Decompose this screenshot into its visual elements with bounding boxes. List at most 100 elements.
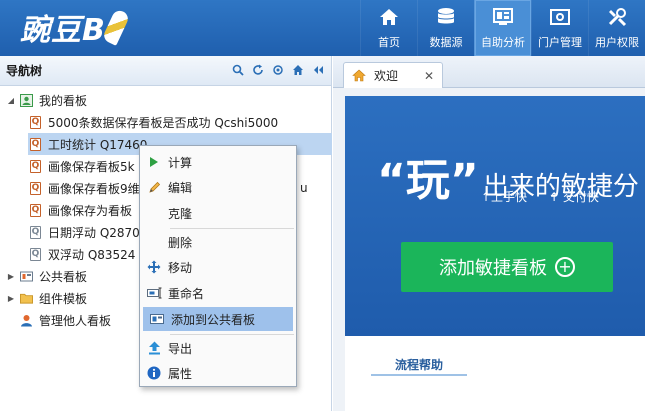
- menu-item-rename[interactable]: 重命名: [140, 281, 296, 305]
- tree-node-my-boards[interactable]: ◢ 我的看板: [6, 89, 87, 111]
- move-arrows-icon: [140, 260, 168, 274]
- menu-item-calc[interactable]: 计算: [140, 150, 296, 174]
- menu-item-properties[interactable]: 属性: [140, 361, 296, 385]
- tab-label: 欢迎: [374, 69, 399, 83]
- welcome-banner: “ 玩 ” 出来的敏捷分 ↑上手快 ↑ 交付快 添加敏捷看板 +: [345, 96, 645, 336]
- locate-icon[interactable]: [271, 63, 285, 77]
- board-q-icon: Q: [30, 225, 41, 239]
- headline-play: 玩: [405, 155, 450, 206]
- close-icon[interactable]: ✕: [424, 69, 434, 83]
- nav-home[interactable]: 首页: [360, 0, 417, 56]
- tree-item-label: 日期浮动 Q2870: [48, 225, 140, 240]
- logo-text: 豌豆B: [20, 13, 106, 48]
- feature-bullets: ↑上手快 ↑ 交付快: [481, 188, 599, 205]
- menu-label: 删除: [168, 235, 193, 250]
- refresh-icon[interactable]: [251, 63, 265, 77]
- tree-node-label: 管理他人看板: [39, 313, 112, 328]
- process-help-tab[interactable]: 流程帮助: [371, 354, 467, 376]
- home-icon[interactable]: [291, 63, 305, 77]
- nav-label: 自助分析: [481, 36, 525, 49]
- menu-label: 属性: [168, 366, 193, 381]
- dashboard-icon: [492, 6, 514, 28]
- menu-label: 添加到公共看板: [171, 312, 256, 327]
- portal-icon: [549, 6, 571, 28]
- tree-item-trailing-text: u: [300, 181, 308, 195]
- welcome-content: “ 玩 ” 出来的敏捷分 ↑上手快 ↑ 交付快 添加敏捷看板 + 流程帮助: [345, 96, 645, 411]
- menu-label: 克隆: [168, 206, 193, 221]
- board-q-icon: Q: [30, 247, 41, 261]
- add-board-icon: [143, 313, 171, 325]
- nav-label: 首页: [378, 36, 400, 49]
- expand-right-icon[interactable]: ▶: [6, 272, 16, 281]
- menu-separator: [170, 228, 294, 229]
- tree-item[interactable]: Q 画像保存看板5k: [30, 155, 135, 177]
- board-q-icon: Q: [30, 203, 41, 217]
- nav-user-permission[interactable]: 用户权限: [588, 0, 645, 56]
- tree-node-manage-others[interactable]: 管理他人看板: [20, 309, 111, 331]
- nav-portal[interactable]: 门户管理: [531, 0, 588, 56]
- menu-label: 导出: [168, 341, 193, 356]
- user-board-icon: [20, 93, 33, 107]
- main-nav: 首页 数据源 自助分析 门户管理 用户权限: [360, 0, 645, 56]
- help-tab-label: 流程帮助: [394, 357, 443, 372]
- tree-node-label: 公共看板: [39, 269, 88, 284]
- collapse-icon[interactable]: [311, 63, 325, 77]
- tree-item[interactable]: Q 5000条数据保存看板是否成功 Qcshi5000: [30, 111, 278, 133]
- panel-header: 导航树: [0, 56, 331, 86]
- top-bar: 豌豆B 首页 数据源 自助分析 门户管理 用户权限: [0, 0, 645, 56]
- nav-datasource[interactable]: 数据源: [417, 0, 474, 56]
- board-q-icon: Q: [30, 137, 41, 151]
- panel-tools: [231, 63, 325, 77]
- nav-label: 门户管理: [538, 36, 582, 49]
- menu-label: 计算: [168, 155, 193, 170]
- app-logo[interactable]: 豌豆B: [20, 4, 131, 50]
- board-q-icon: Q: [30, 159, 41, 173]
- pencil-icon: [140, 181, 168, 194]
- tree-item[interactable]: Q 日期浮动 Q2870: [30, 221, 140, 243]
- tree-node-label: 组件模板: [39, 291, 88, 306]
- tree-item[interactable]: Q 双浮动 Q83524: [30, 243, 135, 265]
- folder-icon: [20, 292, 33, 305]
- tree-item-label: 画像保存看板9维: [48, 181, 140, 196]
- menu-item-edit[interactable]: 编辑: [140, 175, 296, 199]
- board-q-icon: Q: [30, 115, 41, 129]
- export-arrow-icon: [140, 341, 168, 355]
- info-icon: [140, 366, 168, 380]
- tab-welcome[interactable]: 欢迎 ✕: [343, 62, 443, 88]
- rename-icon: [140, 287, 168, 299]
- menu-item-export[interactable]: 导出: [140, 336, 296, 360]
- tree-node-component-templates[interactable]: ▶ 组件模板: [6, 287, 87, 309]
- tree-node-public-boards[interactable]: ▶ 公共看板: [6, 265, 87, 287]
- tree-item[interactable]: Q 画像保存看板9维: [30, 177, 140, 199]
- home-icon: [352, 69, 366, 82]
- nav-label: 用户权限: [595, 36, 639, 49]
- menu-label: 移动: [168, 260, 193, 275]
- board-q-icon: Q: [30, 181, 41, 195]
- tree-item[interactable]: Q 画像保存为看板: [30, 199, 132, 221]
- menu-item-clone[interactable]: 克隆: [140, 201, 296, 225]
- nav-self-analysis[interactable]: 自助分析: [474, 0, 531, 56]
- menu-item-delete[interactable]: 删除: [140, 230, 296, 254]
- tree-item-label: 画像保存为看板: [48, 203, 133, 218]
- headline-quote-close: ”: [449, 155, 479, 206]
- database-icon: [435, 6, 457, 28]
- menu-separator: [170, 334, 294, 335]
- menu-item-add-to-public[interactable]: 添加到公共看板: [143, 307, 293, 331]
- search-icon[interactable]: [231, 63, 245, 77]
- expand-right-icon[interactable]: ▶: [6, 294, 16, 303]
- menu-label: 编辑: [168, 180, 193, 195]
- add-agile-board-button[interactable]: 添加敏捷看板 +: [401, 242, 613, 292]
- nav-label: 数据源: [429, 36, 463, 49]
- public-board-icon: [20, 270, 33, 283]
- plus-circle-icon: +: [555, 257, 575, 277]
- menu-label: 重命名: [168, 286, 205, 301]
- panel-title: 导航树: [6, 64, 43, 78]
- bullet-easy: ↑上手快: [481, 190, 528, 204]
- tree-item-label: 工时统计 Q17460: [48, 137, 148, 152]
- tools-icon: [606, 6, 628, 28]
- workspace-panel: 欢迎 ✕ “ 玩 ” 出来的敏捷分 ↑上手快 ↑ 交付快 添加敏捷看板 + 流程…: [333, 56, 645, 411]
- menu-item-move[interactable]: 移动: [140, 255, 296, 279]
- expand-down-icon[interactable]: ◢: [6, 96, 16, 105]
- headline-quote-open: “: [377, 155, 406, 206]
- context-menu: 计算 编辑 克隆 删除 移动 重命名 添加到公共看板 导出 属性: [139, 145, 297, 387]
